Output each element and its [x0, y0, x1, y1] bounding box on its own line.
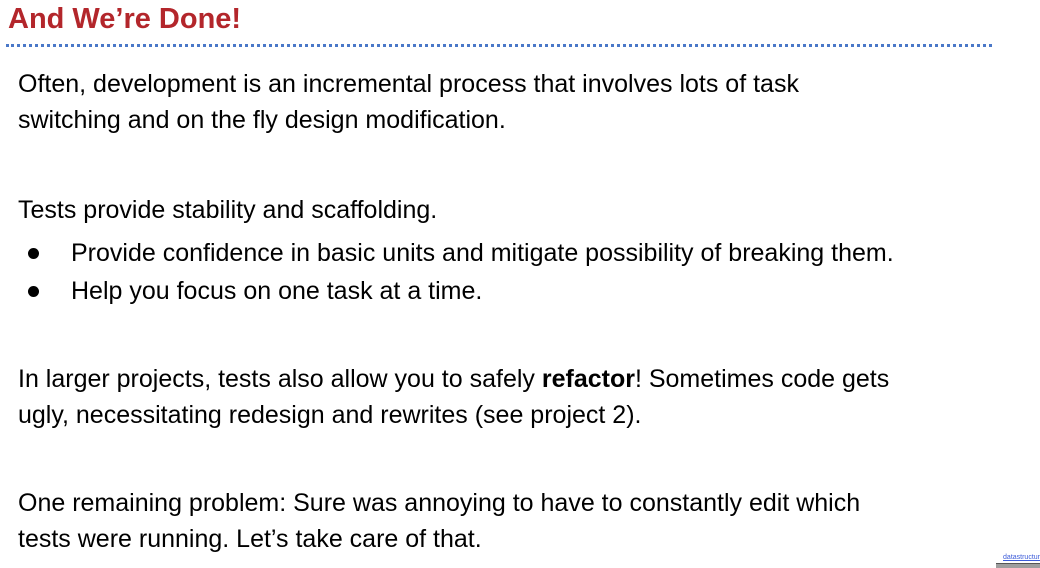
bullet-item: Help you focus on one task at a time.: [18, 272, 894, 310]
creative-commons-icon: [996, 563, 1040, 568]
slide-title: And We’re Done!: [8, 3, 242, 35]
paragraph-stability: Tests provide stability and scaffolding.: [18, 196, 438, 224]
bullet-item: Provide confidence in basic units and mi…: [18, 234, 894, 272]
paragraph-remaining-problem-line-2: tests were running. Let’s take care of t…: [18, 525, 482, 553]
paragraph-incremental-line-1: Often, development is an incremental pro…: [18, 70, 799, 98]
refactor-emphasis: refactor: [541, 365, 635, 393]
bullet-dot-icon: [28, 286, 39, 297]
paragraph-remaining-problem-line-1: One remaining problem: Sure was annoying…: [18, 489, 861, 517]
bullet-text: Provide confidence in basic units and mi…: [71, 239, 894, 267]
paragraph-remaining-problem: One remaining problem: Sure was annoying…: [18, 485, 860, 557]
paragraph-incremental: Often, development is an incremental pro…: [18, 66, 799, 138]
paragraph-refactor: In larger projects, tests also allow you…: [18, 361, 889, 433]
title-divider: [6, 44, 992, 47]
paragraph-refactor-line-1-end: ! Sometimes code gets: [634, 365, 890, 393]
footer-link[interactable]: datastructur: [1003, 554, 1040, 562]
bullet-dot-icon: [28, 248, 39, 259]
paragraph-incremental-line-2: switching and on the fly design modifica…: [18, 106, 506, 134]
paragraph-refactor-line-2: ugly, necessitating redesign and rewrite…: [18, 401, 642, 429]
bullet-list: Provide confidence in basic units and mi…: [18, 234, 894, 310]
bullet-text: Help you focus on one task at a time.: [71, 277, 483, 305]
paragraph-refactor-line-1-start: In larger projects, tests also allow you…: [18, 365, 542, 393]
